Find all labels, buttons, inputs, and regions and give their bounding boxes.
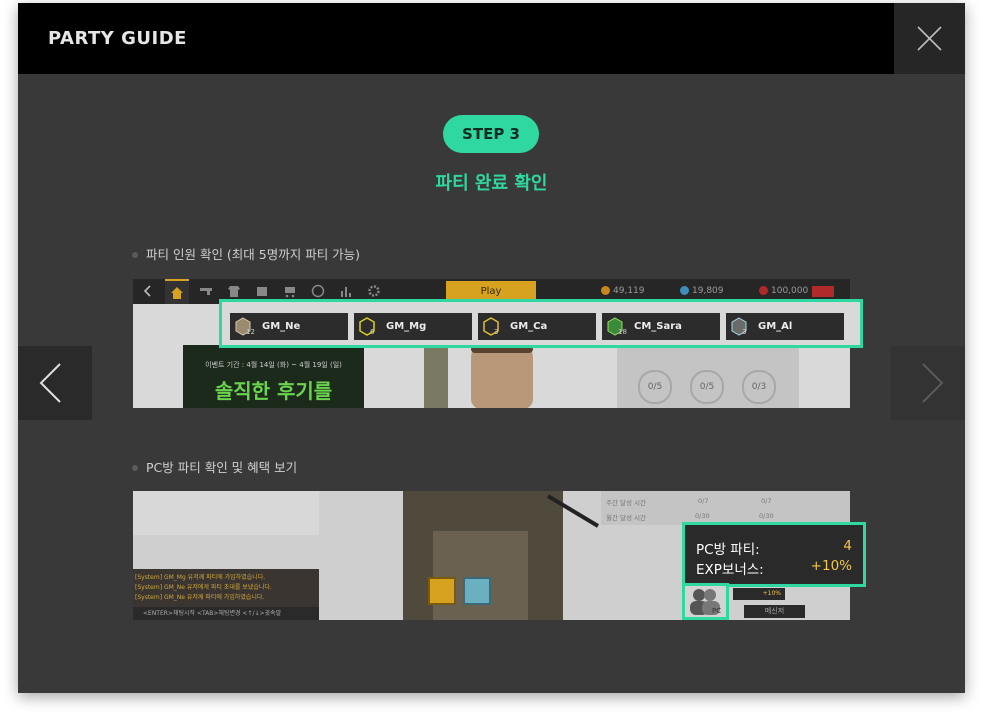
home-icon (171, 287, 183, 299)
character-gear (433, 531, 528, 620)
party-member-5: 3 GM_Al (726, 313, 844, 340)
member-level: 12 (246, 328, 255, 336)
currency-red: 100,000 (759, 286, 808, 296)
section-label-text: PC방 파티 확인 및 혜택 보기 (146, 460, 298, 475)
globe-icon (311, 284, 325, 298)
chat-line: [System] GM_Ne 유저께 파티에 가입하였습니다. (135, 594, 265, 601)
chat-line: [System] GM_Ne 유저에게 파티 초대를 보냈습니다. (135, 584, 272, 591)
prev-step-button[interactable] (18, 346, 92, 420)
currency-gold-value: 49,119 (613, 286, 645, 296)
exp-bonus-value: +10% (810, 558, 852, 574)
pc-party-row: PC방 파티: 4 (696, 538, 852, 558)
bg-panel (133, 491, 319, 535)
chat-line: [System] GM_Mg 유저께 파티에 가입하였습니다. (135, 574, 266, 581)
stat-value: 0/7 (761, 497, 772, 505)
bullet-icon (132, 464, 138, 471)
cart-icon (285, 287, 295, 298)
gear-icon (368, 285, 380, 297)
banner-period: 이벤트 기간 : 4월 14일 (화) ~ 4월 19일 (일) (205, 361, 342, 369)
pc-party-value: 4 (843, 538, 852, 554)
member-level: 18 (618, 328, 627, 336)
point-icon (759, 286, 768, 295)
party-member-1: 12 GM_Ne (230, 313, 348, 340)
member-name: CM_Sara (634, 321, 682, 332)
exp-bonus-label: EXP보너스: (696, 562, 764, 578)
party-members-highlight: 12 GM_Ne 6 GM_Mg 3 GM_Ca 18 CM_Sara 3 GM… (219, 299, 863, 348)
charge-tag (812, 286, 834, 297)
chevron-right-icon (922, 363, 944, 403)
chat-box: [System] GM_Mg 유저께 파티에 가입하였습니다. [System]… (133, 569, 319, 620)
step-badge: STEP 3 (443, 115, 539, 153)
pc-tag: PC (712, 607, 722, 615)
back-icon (143, 285, 151, 297)
exp-bonus-row: EXP보너스: +10% (696, 558, 852, 578)
currency-blue-value: 19,809 (692, 286, 724, 296)
member-name: GM_Ca (510, 321, 548, 332)
stat-label: 주간 달성 시간 (606, 499, 647, 507)
stat-label: 월간 달성 시간 (606, 514, 647, 522)
member-name: GM_Ne (262, 321, 301, 332)
pc-party-label: PC방 파티: (696, 542, 760, 558)
box-icon (257, 287, 267, 296)
stat-value: 0/30 (759, 512, 774, 520)
section-label-text: 파티 인원 확인 (최대 5명까지 파티 가능) (146, 247, 361, 262)
section-label-pc-party: PC방 파티 확인 및 혜택 보기 (132, 457, 297, 476)
bullet-icon (132, 251, 138, 258)
currency-blue: 19,809 (680, 286, 724, 296)
member-level: 3 (494, 328, 499, 336)
gem-icon (680, 286, 689, 295)
member-name: GM_Mg (386, 321, 427, 332)
rifle-icon (546, 494, 600, 528)
party-member-4: 18 CM_Sara (602, 313, 720, 340)
mission-slot-3: 0/3 (742, 370, 776, 404)
section-label-party-members: 파티 인원 확인 (최대 5명까지 파티 가능) (132, 244, 360, 263)
party-guide-modal: PARTY GUIDE STEP 3 파티 완료 확인 파티 인원 확인 (최대… (18, 3, 965, 693)
messenger-button: 메신저 (744, 605, 805, 618)
shirt-icon (228, 286, 240, 297)
modal-header: PARTY GUIDE (18, 3, 965, 74)
currency-gold: 49,119 (601, 286, 645, 296)
next-step-button[interactable] (891, 346, 965, 420)
coin-icon (601, 286, 610, 295)
modal-title: PARTY GUIDE (48, 28, 187, 49)
chart-icon (341, 287, 351, 297)
event-banner: 이벤트 기간 : 4월 14일 (화) ~ 4월 19일 (일) 솔직한 후기를 (183, 345, 364, 408)
gun-icon (200, 288, 212, 295)
currency-red-value: 100,000 (771, 286, 809, 296)
banner-headline: 솔직한 후기를 (214, 379, 333, 403)
member-name: GM_Al (758, 321, 793, 332)
messenger-label: 메신저 (764, 607, 785, 615)
chat-input: <ENTER>채팅시작 <TAB>채팅변경 <↑/↓>귓속말 (133, 607, 319, 620)
pc-party-tooltip-highlight: PC방 파티: 4 EXP보너스: +10% (682, 522, 866, 587)
stat-value: 0/30 (695, 512, 710, 520)
home-tab (165, 279, 189, 304)
step-title: 파티 완료 확인 (435, 173, 548, 194)
close-icon (917, 26, 942, 51)
party-member-3: 3 GM_Ca (478, 313, 596, 340)
stat-value: 0/7 (698, 497, 709, 505)
party-member-2: 6 GM_Mg (354, 313, 472, 340)
item-slot-gold (428, 577, 456, 605)
pc-party-icon-highlight: PC (682, 583, 729, 620)
close-button[interactable] (894, 3, 965, 74)
small-bonus-badge: +10% (733, 588, 785, 600)
mission-slot-1: 0/5 (638, 370, 672, 404)
item-slot-blue (463, 577, 491, 605)
mission-slot-2: 0/5 (690, 370, 724, 404)
member-level: 3 (742, 328, 747, 336)
chevron-left-icon (39, 363, 61, 403)
member-level: 6 (370, 328, 375, 336)
